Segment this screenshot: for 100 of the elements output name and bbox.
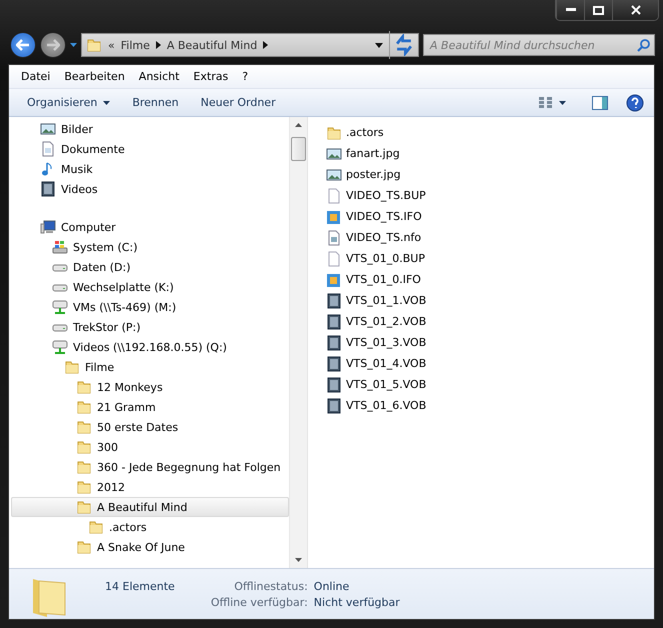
preview-pane-icon[interactable] [592,96,608,110]
chevron-icon[interactable] [263,41,268,49]
scrollbar-thumb[interactable] [291,137,306,161]
tree-item[interactable]: Wechselplatte (K:) [11,277,289,297]
file-name: VIDEO_TS.IFO [346,210,422,223]
menu-item[interactable]: Datei [15,70,56,83]
caret-icon[interactable] [70,43,77,47]
detail-label: Offlinestatus: [233,580,308,593]
file-name: VTS_01_5.VOB [346,378,426,391]
view-grid-icon [539,96,553,108]
tree-item[interactable]: A Snake Of June [11,537,289,557]
menu-item[interactable]: Extras [187,70,234,83]
caret-icon[interactable] [375,42,383,48]
chevron-icon[interactable] [156,41,161,49]
file-name: .actors [346,126,384,139]
close-button[interactable] [612,0,658,20]
file-item[interactable]: VTS_01_3.VOB [326,332,654,353]
network-drive-icon [52,339,68,355]
tree-item-label: Dokumente [61,142,125,156]
toolbar-button[interactable]: Brennen [124,96,187,109]
tree-item[interactable]: VMs (\\Ts-469) (M:) [11,297,289,317]
scroll-down-icon[interactable] [295,558,302,562]
menu-item[interactable]: Bearbeiten [58,70,131,83]
tree-item[interactable]: 2012 [11,477,289,497]
breadcrumb[interactable]: Filme [120,38,150,52]
tree-item[interactable]: Bilder [11,119,289,139]
file-item[interactable]: VTS_01_0.BUP [326,248,654,269]
tree-item[interactable]: Videos (\\192.168.0.55) (Q:) [11,337,289,357]
tree-item[interactable]: A Beautiful Mind [11,497,289,517]
file-item[interactable]: VTS_01_5.VOB [326,374,654,395]
file-name: VTS_01_6.VOB [346,399,426,412]
film-icon [326,356,342,372]
help-icon[interactable] [626,94,644,112]
back-button[interactable] [10,32,36,58]
toolbar-button[interactable]: Neuer Ordner [192,96,284,109]
tree-item[interactable]: Daten (D:) [11,257,289,277]
tree-item-label: 21 Gramm [97,400,156,414]
tree-item-label: Daten (D:) [73,260,131,274]
search-icon [637,38,650,52]
tree-item[interactable]: 21 Gramm [11,397,289,417]
folder-icon [76,379,92,395]
tree-item-label: TrekStor (P:) [73,320,140,334]
computer-icon [40,219,56,235]
file-item[interactable]: .actors [326,122,654,143]
detail-label: Offline verfügbar: [210,596,308,609]
file-item[interactable]: VTS_01_2.VOB [326,311,654,332]
scroll-up-icon[interactable] [295,123,302,127]
tree-item[interactable]: 12 Monkeys [11,377,289,397]
address-bar[interactable]: « Filme A Beautiful Mind [81,33,419,57]
file-name: VTS_01_2.VOB [346,315,426,328]
tree-item[interactable]: TrekStor (P:) [11,317,289,337]
network-drive-icon [52,299,68,315]
folder-icon [76,479,92,495]
toolbar-button[interactable]: Organisieren [19,96,118,109]
tree-item[interactable]: System (C:) [11,237,289,257]
file-item[interactable]: VIDEO_TS.IFO [326,206,654,227]
file-name: poster.jpg [346,168,401,181]
folder-icon [76,399,92,415]
tree-item[interactable]: 360 - Jede Begegnung hat Folgen [11,457,289,477]
file-item[interactable]: poster.jpg [326,164,654,185]
file-name: VTS_01_1.VOB [346,294,426,307]
file-item[interactable]: VIDEO_TS.BUP [326,185,654,206]
file-name: VTS_01_0.BUP [346,252,425,265]
file-item[interactable]: VTS_01_4.VOB [326,353,654,374]
tree-item[interactable]: 50 erste Dates [11,417,289,437]
menu-item[interactable]: Ansicht [132,70,186,83]
document-icon [40,141,56,157]
tree-item[interactable]: Videos [11,179,289,199]
picture-icon [326,166,342,182]
scrollbar[interactable] [289,117,307,568]
file-item[interactable]: VTS_01_6.VOB [326,395,654,416]
folder-icon [76,419,92,435]
tree-item-label: 12 Monkeys [97,380,163,394]
breadcrumb[interactable]: A Beautiful Mind [166,38,258,52]
tree-item-label: Filme [85,360,114,374]
picture-icon [326,146,342,162]
file-item[interactable]: VIDEO_TS.nfo [326,227,654,248]
menu-item[interactable]: ? [236,70,254,83]
folder-icon [76,539,92,555]
folder-icon [64,359,80,375]
tree-item[interactable]: Filme [11,357,289,377]
tree-item-label: Computer [61,220,116,234]
tree-item-label: A Beautiful Mind [97,500,188,514]
tree-item[interactable]: Musik [11,159,289,179]
file-name: VTS_01_3.VOB [346,336,426,349]
maximize-button[interactable] [584,0,612,20]
tree-item-label: A Snake Of June [97,540,185,554]
tree-item[interactable]: Computer [11,217,289,237]
tree-item[interactable]: 300 [11,437,289,457]
tree-item[interactable]: Dokumente [11,139,289,159]
file-item[interactable]: VTS_01_0.IFO [326,269,654,290]
minimize-button[interactable] [556,0,584,20]
file-item[interactable]: VTS_01_1.VOB [326,290,654,311]
media-file-icon [326,208,342,224]
tree-item[interactable]: .actors [11,517,289,537]
file-item[interactable]: fanart.jpg [326,143,654,164]
file-name: VIDEO_TS.BUP [346,189,426,202]
forward-button[interactable] [40,32,66,58]
file-icon [326,250,342,266]
address-overflow[interactable]: « [108,38,115,52]
